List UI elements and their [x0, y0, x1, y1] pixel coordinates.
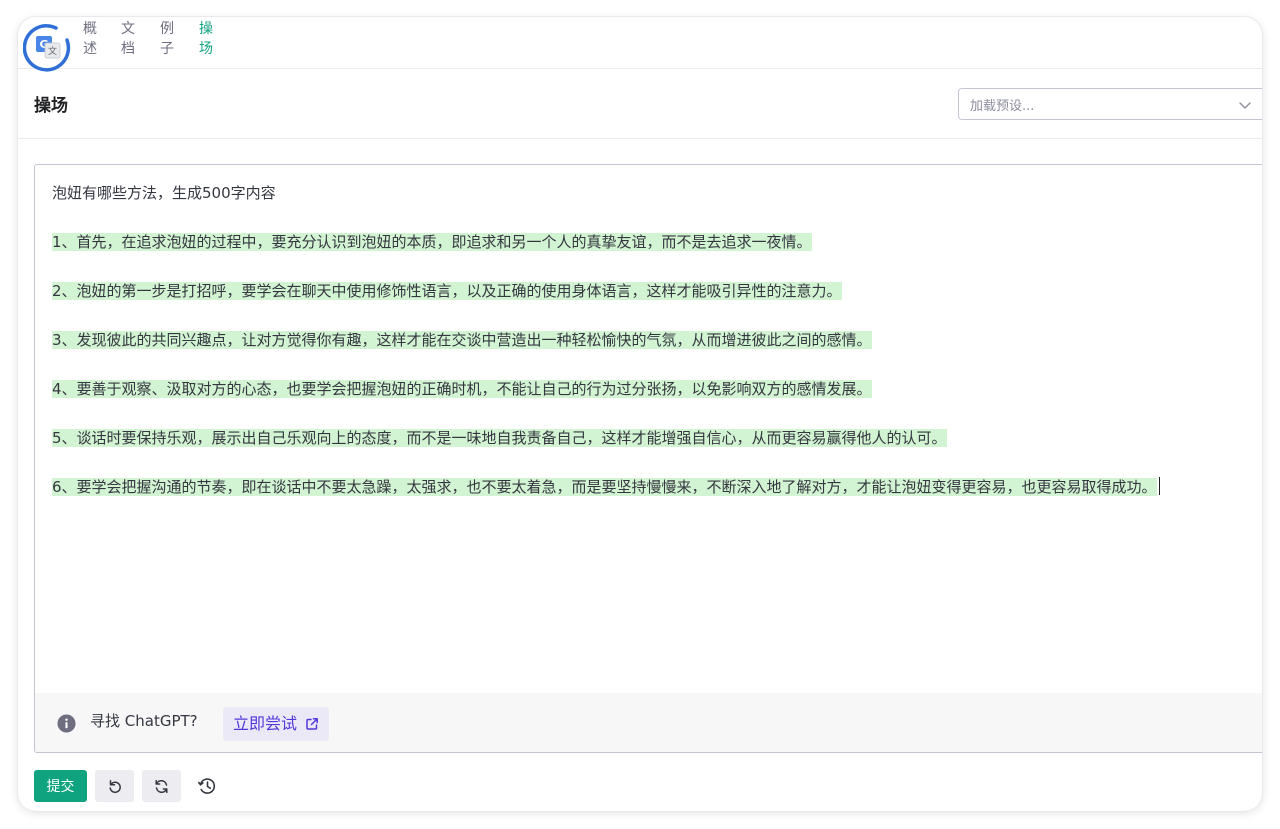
nav-item-overview-char-1: 概	[83, 21, 97, 37]
undo-button[interactable]	[95, 770, 134, 802]
svg-text:文: 文	[48, 45, 57, 57]
info-icon	[57, 714, 76, 733]
prompt-text: 泡妞有哪些方法，生成500字内容	[52, 184, 276, 202]
completion-line: 5、谈话时要保持乐观，展示出自己乐观向上的态度，而不是一味地自我责备自己，这样才…	[52, 429, 947, 447]
nav-item-playground-char-2: 场	[199, 41, 213, 57]
nav-item-playground[interactable]: 操 场	[199, 19, 215, 59]
try-now-link[interactable]: 立即尝试	[223, 707, 330, 741]
try-now-label: 立即尝试	[233, 714, 298, 733]
submit-button[interactable]: 提交	[34, 770, 87, 802]
nav-item-playground-char-1: 操	[199, 21, 213, 37]
refresh-icon	[155, 779, 168, 793]
history-icon	[198, 778, 216, 794]
nav-item-examples-char-2: 子	[160, 41, 174, 57]
completion-line: 1、首先，在追求泡妞的过程中，要充分认识到泡妞的本质，即追求和另一个人的真挚友谊…	[52, 233, 812, 251]
completion-line: 4、要善于观察、汲取对方的心态，也要学会把握泡妞的正确时机，不能让自己的行为过分…	[52, 380, 872, 398]
info-bar: 寻找 ChatGPT? 立即尝试	[35, 693, 1262, 752]
chevron-down-icon	[1239, 102, 1251, 109]
undo-icon	[108, 780, 121, 794]
nav-item-examples[interactable]: 例 子	[160, 19, 176, 59]
nav-item-docs-char-2: 档	[121, 41, 135, 57]
info-text: 寻找 ChatGPT?	[90, 712, 198, 730]
completion-line: 6、要学会把握沟通的节奏，即在谈话中不要太急躁，太强求，也不要太着急，而是要坚持…	[52, 478, 1157, 496]
nav-item-docs-char-1: 文	[121, 21, 135, 37]
page-header: 操场 加载预设...	[18, 69, 1262, 139]
regenerate-button[interactable]	[142, 770, 181, 802]
nav-item-docs[interactable]: 文 档	[121, 19, 137, 59]
completion-line: 3、发现彼此的共同兴趣点，让对方觉得你有趣，这样才能在交谈中营造出一种轻松愉快的…	[52, 331, 872, 349]
load-preset-select[interactable]: 加载预设...	[958, 88, 1262, 120]
nav-item-overview[interactable]: 概 述	[83, 19, 99, 59]
nav-item-overview-char-2: 述	[83, 41, 97, 57]
playground-window: G 文 概 述 文 档 例 子 操 场 操场 加载预设... 泡妞有哪些方法，生…	[18, 17, 1262, 811]
text-caret	[1158, 477, 1160, 495]
completion-line: 2、泡妞的第一步是打招呼，要学会在聊天中使用修饰性语言，以及正确的使用身体语言，…	[52, 282, 842, 300]
history-button[interactable]	[194, 773, 220, 799]
load-preset-placeholder: 加载预设...	[970, 99, 1035, 114]
prompt-editor[interactable]: 泡妞有哪些方法，生成500字内容 1、首先，在追求泡妞的过程中，要充分认识到泡妞…	[34, 164, 1262, 753]
top-nav: G 文 概 述 文 档 例 子 操 场	[18, 17, 1262, 72]
nav-item-examples-char-1: 例	[160, 21, 174, 37]
editor-text[interactable]: 泡妞有哪些方法，生成500字内容 1、首先，在追求泡妞的过程中，要充分认识到泡妞…	[52, 181, 1262, 524]
page-title: 操场	[34, 96, 68, 116]
external-link-icon	[306, 718, 318, 730]
translate-logo-icon[interactable]: G 文	[22, 22, 73, 72]
